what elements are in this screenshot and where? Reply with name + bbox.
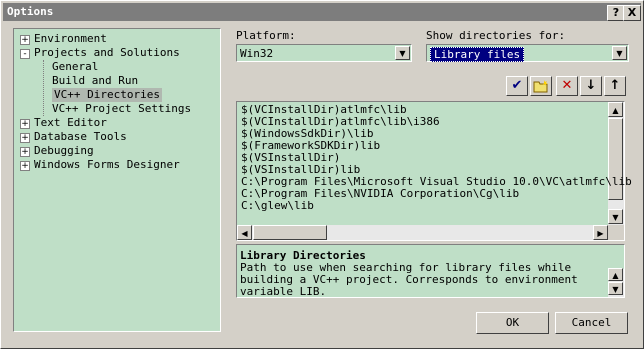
window-title: Options (7, 5, 54, 18)
new-folder-icon[interactable] (530, 76, 552, 96)
platform-value: Win32 (240, 47, 274, 60)
title-bar[interactable]: Options ? X (3, 3, 641, 21)
tree-item[interactable]: Windows Forms Designer (34, 158, 180, 172)
tree-item[interactable]: Build and Run (52, 74, 138, 88)
close-button[interactable]: X (623, 5, 641, 21)
delete-icon[interactable]: ✕ (556, 76, 578, 96)
tree-connector (43, 60, 44, 116)
list-vertical-scrollbar[interactable]: ▲ ▼ (608, 102, 624, 225)
scroll-up-icon[interactable]: ▲ (608, 268, 623, 281)
options-dialog: Options ? X + Environment - Projects and So… (0, 0, 644, 349)
collapse-icon[interactable]: - (20, 49, 30, 59)
directory-list[interactable]: ▲ ▼ ◀ ▶ $(VCInstallDir)atlmfc\lib $(VCIns… (236, 101, 632, 241)
chevron-down-icon[interactable]: ▼ (612, 46, 627, 60)
checkmark-icon[interactable]: ✔ (506, 76, 528, 96)
expand-icon[interactable]: + (20, 161, 30, 171)
expand-icon[interactable]: + (20, 133, 30, 143)
expand-icon[interactable]: + (20, 147, 30, 157)
scroll-right-icon[interactable]: ▶ (593, 225, 608, 240)
show-directories-select[interactable]: Library files ▼ (426, 44, 629, 62)
description-text: Path to use when searching for library f… (240, 261, 578, 298)
tree-item[interactable]: Text Editor (34, 116, 107, 130)
scroll-left-icon[interactable]: ◀ (237, 225, 252, 240)
platform-label: Platform: (236, 29, 296, 42)
hscroll-thumb[interactable] (253, 225, 327, 240)
scroll-up-icon[interactable]: ▲ (608, 102, 623, 117)
description-panel: Library Directories Path to use when sea… (236, 244, 625, 298)
tree-item[interactable]: Environment (34, 32, 107, 46)
list-horizontal-scrollbar[interactable]: ◀ ▶ (237, 225, 608, 240)
chevron-down-icon[interactable]: ▼ (395, 46, 410, 60)
expand-icon[interactable]: + (20, 119, 30, 129)
tree-item[interactable]: General (52, 60, 98, 74)
show-directories-label: Show directories for: (426, 29, 566, 42)
move-down-icon[interactable]: ↓ (580, 76, 602, 96)
directory-row[interactable]: C:\glew\lib (241, 200, 314, 212)
tree-item[interactable]: VC++ Project Settings (52, 102, 191, 116)
scroll-down-icon[interactable]: ▼ (608, 209, 623, 224)
options-tree[interactable]: + Environment - Projects and Solutions Gener… (13, 28, 221, 332)
scroll-down-icon[interactable]: ▼ (608, 282, 623, 295)
show-directories-value: Library files (430, 47, 525, 62)
platform-select[interactable]: Win32 ▼ (236, 44, 412, 62)
ok-button[interactable]: OK (476, 312, 549, 334)
tree-item[interactable]: Debugging (34, 144, 94, 158)
move-up-icon[interactable]: ↑ (604, 76, 626, 96)
expand-icon[interactable]: + (20, 35, 30, 45)
cancel-button[interactable]: Cancel (555, 312, 628, 334)
tree-item[interactable]: Database Tools (34, 130, 127, 144)
description-scrollbar[interactable]: ▲ ▼ (608, 268, 624, 297)
tree-item[interactable]: VC++ Directories (52, 88, 162, 102)
tree-item[interactable]: Projects and Solutions (34, 46, 180, 60)
scroll-corner (608, 225, 624, 240)
